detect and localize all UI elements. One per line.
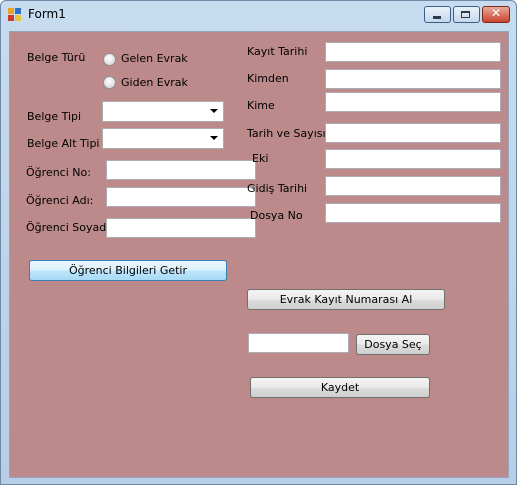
ogrenci-soyadi-input[interactable]: [106, 218, 256, 238]
gidis-tarihi-input[interactable]: [325, 176, 501, 196]
kaydet-button[interactable]: Kaydet: [250, 377, 430, 398]
giden-evrak-radio[interactable]: [103, 76, 116, 89]
gelen-evrak-radio[interactable]: [103, 53, 116, 66]
ogrenci-adi-label: Öğrenci Adı:: [26, 194, 94, 207]
belge-turu-label: Belge Türü: [27, 51, 86, 64]
ogrenci-no-label: Öğrenci No:: [26, 166, 91, 179]
kimden-input[interactable]: [325, 69, 501, 89]
window-title: Form1: [28, 7, 66, 21]
form-client-area: Belge Türü Gelen Evrak Giden Evrak Belge…: [9, 31, 509, 478]
kayit-tarihi-label: Kayıt Tarihi: [247, 45, 308, 58]
chevron-down-icon: [210, 109, 218, 113]
eki-label: Eki: [252, 152, 269, 165]
gidis-tarihi-label: Gidiş Tarihi: [247, 182, 308, 195]
eki-input[interactable]: [325, 149, 501, 169]
kime-input[interactable]: [325, 92, 501, 112]
ogrenci-adi-input[interactable]: [106, 187, 256, 207]
tarih-ve-sayisi-label: Tarih ve Sayısı: [247, 127, 326, 140]
chevron-down-icon: [210, 136, 218, 140]
minimize-icon: [433, 16, 441, 19]
minimize-button[interactable]: [424, 6, 451, 23]
title-bar[interactable]: Form1 ✕: [1, 1, 516, 29]
gelen-evrak-label[interactable]: Gelen Evrak: [121, 52, 188, 65]
window: Form1 ✕ Belge Türü Gelen Evrak Giden Evr…: [0, 0, 517, 485]
kimden-label: Kimden: [247, 72, 289, 85]
belge-tipi-label: Belge Tipi: [27, 110, 82, 123]
dosya-sec-button[interactable]: Dosya Seç: [356, 334, 430, 355]
maximize-icon: [461, 11, 470, 18]
tarih-ve-sayisi-input[interactable]: [325, 123, 501, 143]
maximize-button[interactable]: [453, 6, 480, 23]
ogrenci-bilgileri-getir-button[interactable]: Öğrenci Bilgileri Getir: [29, 260, 227, 281]
dosya-no-input[interactable]: [325, 203, 501, 223]
close-icon: ✕: [490, 6, 502, 20]
app-icon: [8, 8, 22, 22]
giden-evrak-label[interactable]: Giden Evrak: [121, 76, 188, 89]
dosya-path-input[interactable]: [248, 333, 349, 353]
ogrenci-soyadi-label: Öğrenci Soyadı:: [26, 221, 113, 234]
belge-alt-tipi-label: Belge Alt Tipi: [27, 137, 100, 150]
belge-alt-tipi-combo[interactable]: [102, 128, 224, 149]
evrak-kayit-numarasi-button[interactable]: Evrak Kayıt Numarası Al: [247, 289, 445, 310]
dosya-no-label: Dosya No: [250, 209, 303, 222]
kayit-tarihi-input[interactable]: [325, 42, 501, 62]
kime-label: Kime: [247, 99, 275, 112]
ogrenci-no-input[interactable]: [106, 160, 256, 180]
belge-tipi-combo[interactable]: [102, 101, 224, 122]
close-button[interactable]: ✕: [482, 6, 510, 23]
